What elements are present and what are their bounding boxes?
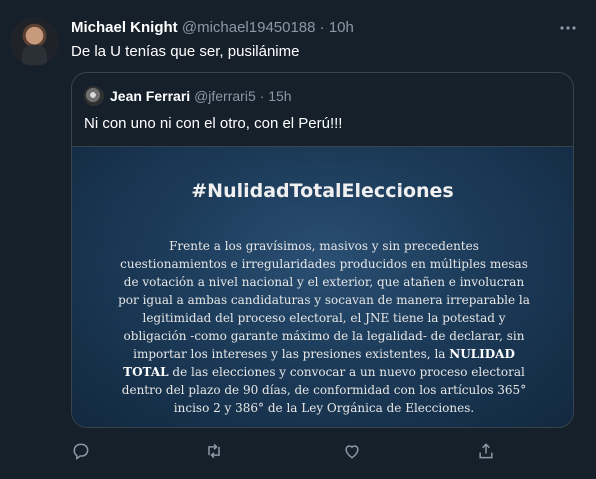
reply-icon[interactable] [71,441,93,463]
retweet-icon[interactable] [204,441,226,463]
tweet-text: De la U tenías que ser, pusilánime [71,43,300,60]
quoted-tweet[interactable]: Jean Ferrari @jferrari5 · 15h Ni con uno… [71,72,574,428]
author-name[interactable]: Michael Knight [71,19,178,36]
quoted-separator: · [259,88,265,104]
quoted-author-avatar [84,86,104,106]
tweet-header: Michael Knight @michael19450188 · 10h [71,19,354,36]
quoted-author-name: Jean Ferrari [110,88,191,104]
quoted-image[interactable]: #NulidadTotalElecciones Frente a los gra… [72,146,573,427]
share-icon[interactable] [476,441,498,463]
quoted-text: Ni con uno ni con el otro, con el Perú!!… [84,115,343,132]
quoted-header: Jean Ferrari @jferrari5 · 15h [110,88,292,104]
author-handle[interactable]: @michael19450188 [182,19,316,36]
image-paragraph: Frente a los gravísimos, masivos y sin p… [114,237,534,417]
image-paragraph-end: de las elecciones y convocar a un nuevo … [121,365,527,415]
more-icon[interactable] [558,18,578,38]
tweet[interactable]: Michael Knight @michael19450188 · 10h De… [0,0,596,479]
image-hashtag: #NulidadTotalElecciones [191,180,454,202]
quoted-author-handle: @jferrari5 [194,88,256,104]
tweet-time[interactable]: 10h [329,19,354,36]
image-paragraph-start: Frente a los gravísimos, masivos y sin p… [118,239,530,361]
quoted-time: 15h [268,88,292,104]
action-bar [71,441,531,465]
header-separator: · [319,19,325,36]
author-avatar[interactable] [10,17,59,66]
like-icon[interactable] [342,441,364,463]
